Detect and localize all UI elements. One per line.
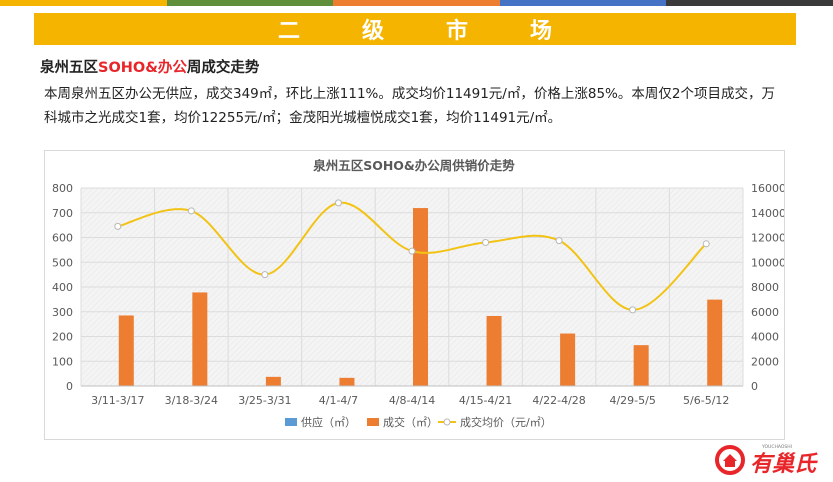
x-axis-tick-label: 4/29-5/5 <box>609 394 655 407</box>
y-axis-right-tick-label: 14000 <box>751 207 784 220</box>
y-axis-right-tick-label: 2000 <box>751 355 779 368</box>
line-price-point <box>334 199 342 207</box>
line-price-point <box>261 271 269 279</box>
stripe-segment <box>0 0 167 6</box>
bar-deal <box>192 292 208 386</box>
stripe-segment <box>499 0 667 6</box>
logo-text: 有巢氏 <box>750 452 818 477</box>
x-axis-tick-label: 3/18-3/24 <box>165 394 218 407</box>
brand-logo: YOUCHAOSHI 有巢氏 <box>712 438 830 478</box>
line-price-point <box>114 222 122 230</box>
section-title-prefix: 泉州五区 <box>40 60 98 76</box>
legend-label: 成交均价（元/㎡） <box>460 415 552 429</box>
x-axis-tick-label: 4/8-4/14 <box>389 394 435 407</box>
y-axis-left-tick-label: 200 <box>52 331 73 344</box>
legend-swatch <box>367 418 379 426</box>
line-price-point <box>629 306 637 314</box>
section-title-suffix: 周成交走势 <box>186 60 260 76</box>
line-price-point <box>482 238 490 246</box>
y-axis-left-tick-label: 700 <box>52 207 73 220</box>
bar-deal <box>118 315 134 386</box>
summary-paragraph: 本周泉州五区办公无供应，成交349㎡，环比上涨111%。成交均价11491元/㎡… <box>44 82 814 130</box>
line-price-point <box>555 237 563 245</box>
summary-line-1: 本周泉州五区办公无供应，成交349㎡，环比上涨111%。成交均价11491元/㎡… <box>44 86 775 102</box>
y-axis-left-tick-label: 100 <box>52 355 73 368</box>
y-axis-left-tick-label: 400 <box>52 281 73 294</box>
y-axis-left-tick-label: 600 <box>52 232 73 245</box>
stripe-segment <box>333 0 500 6</box>
y-axis-right-tick-label: 0 <box>751 380 758 393</box>
y-axis-left-tick-label: 500 <box>52 256 73 269</box>
bar-deal <box>560 333 576 386</box>
stripe-segment <box>166 0 334 6</box>
y-axis-left-tick-label: 0 <box>66 380 73 393</box>
summary-line-2: 科城市之光成交1套，均价12255元/㎡；金茂阳光城檀悦成交1套，均价11491… <box>44 110 562 126</box>
x-axis-tick-label: 4/1-4/7 <box>319 394 358 407</box>
chart-title: 泉州五区SOHO&办公周供销价走势 <box>312 158 515 173</box>
legend-swatch <box>285 418 297 426</box>
bar-deal <box>265 376 281 386</box>
house-in-circle-icon <box>715 445 745 475</box>
legend-label: 成交（㎡） <box>383 415 438 429</box>
y-axis-right-tick-label: 10000 <box>751 256 784 269</box>
y-axis-left-tick-label: 800 <box>52 182 73 195</box>
bar-deal <box>339 377 355 386</box>
chart-panel: 泉州五区SOHO&办公周供销价走势 0 100 200 300 400 500 600 700… <box>44 150 786 440</box>
combo-chart: 泉州五区SOHO&办公周供销价走势 0 100 200 300 400 500 600 700… <box>52 158 786 429</box>
x-axis-tick-label: 4/15-4/21 <box>459 394 512 407</box>
bar-deal <box>486 315 502 386</box>
legend-label: 供应（㎡） <box>301 415 356 429</box>
line-price-point <box>187 207 195 215</box>
x-axis-tick-label: 4/22-4/28 <box>532 394 585 407</box>
x-axis-tick-label: 3/25-3/31 <box>238 394 291 407</box>
x-axis-tick-label: 3/11-3/17 <box>91 394 144 407</box>
section-title-highlight: SOHO&办公 <box>98 60 187 76</box>
section-title: 泉州五区SOHO&办公周成交走势 <box>40 56 259 77</box>
section-banner: 二级市场 <box>34 13 796 45</box>
line-price-point <box>408 247 416 255</box>
y-axis-right-tick-label: 4000 <box>751 331 779 344</box>
top-color-stripe <box>0 0 833 6</box>
y-axis-left-tick-label: 300 <box>52 306 73 319</box>
logo-small-text: YOUCHAOSHI <box>761 444 792 450</box>
bar-deal <box>413 208 428 386</box>
y-axis-right-tick-label: 16000 <box>751 182 784 195</box>
x-axis-tick-label: 5/6-5/12 <box>683 394 729 407</box>
stripe-segment <box>666 0 833 6</box>
legend-swatch-marker <box>443 418 451 426</box>
y-axis-right-tick-label: 6000 <box>751 306 779 319</box>
bar-deal <box>707 299 723 386</box>
y-axis-right-tick-label: 8000 <box>751 281 779 294</box>
bar-deal <box>633 345 649 386</box>
y-axis-right-tick-label: 12000 <box>751 232 784 245</box>
line-price-point <box>702 240 710 248</box>
banner-title: 二级市场 <box>277 19 614 44</box>
